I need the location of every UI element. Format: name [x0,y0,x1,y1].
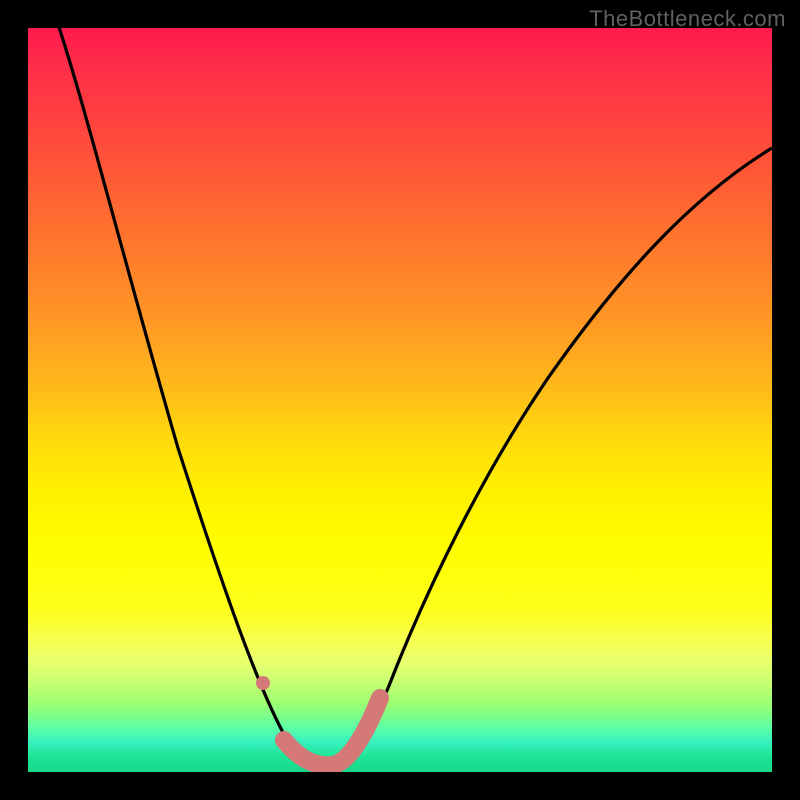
highlight-trough [256,676,380,765]
chart-frame [28,28,772,772]
watermark-text: TheBottleneck.com [589,6,786,32]
bottleneck-curve [56,28,772,765]
chart-svg [28,28,772,772]
